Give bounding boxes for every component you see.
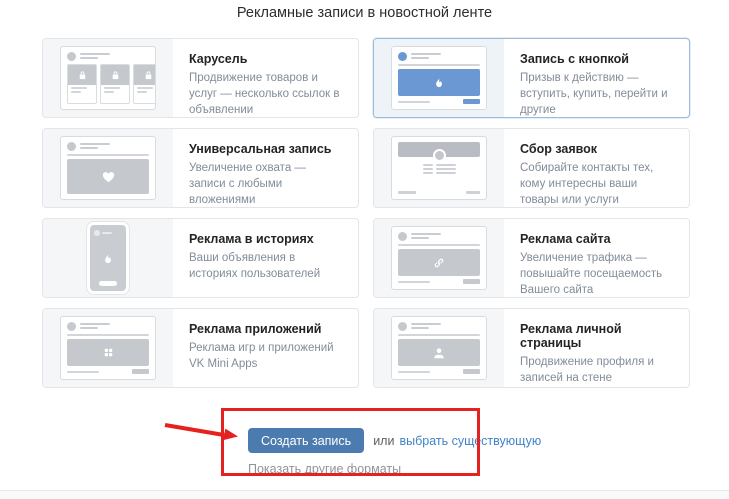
flame-icon — [432, 76, 446, 90]
avatar — [67, 52, 76, 61]
or-text: или — [373, 434, 394, 448]
bottom-actions: Создать запись или выбрать существующую … — [248, 428, 541, 478]
chain-link-icon — [432, 256, 446, 270]
format-description: Призыв к действию — вступить, купить, пе… — [520, 71, 675, 118]
format-card-personal-page[interactable]: Реклама личной страницы Продвижение проф… — [373, 308, 690, 388]
story-button-mock — [99, 281, 117, 286]
story-mockup — [87, 222, 129, 294]
format-description: Увеличение охвата — записи с любыми влож… — [189, 161, 344, 208]
format-title: Универсальная запись — [189, 142, 344, 156]
avatar — [67, 322, 76, 331]
format-card-app-ads[interactable]: Реклама приложений Реклама игр и приложе… — [42, 308, 359, 388]
avatar — [398, 322, 407, 331]
highlight-arrow-icon — [158, 412, 243, 444]
site-ad-thumbnail — [374, 219, 504, 297]
show-other-formats-link[interactable]: Показать другие форматы — [248, 462, 401, 476]
format-description: Продвижение профиля и записей на стене — [520, 355, 675, 387]
format-card-universal-post[interactable]: Универсальная запись Увеличение охвата —… — [42, 128, 359, 208]
format-title: Реклама в историях — [189, 232, 344, 246]
page-title: Рекламные записи в новостной ленте — [0, 5, 729, 21]
apps-grid-icon — [102, 346, 115, 359]
format-description: Реклама игр и приложений VK Mini Apps — [189, 341, 344, 373]
lock-icon — [110, 70, 121, 81]
post-mockup — [60, 46, 156, 110]
footer-strip — [0, 490, 729, 499]
heart-icon — [101, 169, 116, 184]
format-title: Реклама личной страницы — [520, 322, 675, 350]
format-card-lead-forms[interactable]: Сбор заявок Собирайте контакты тех, кому… — [373, 128, 690, 208]
button-post-thumbnail — [374, 39, 504, 117]
app-ad-thumbnail — [43, 309, 173, 387]
post-mockup — [60, 316, 156, 380]
personal-page-thumbnail — [374, 309, 504, 387]
carousel-thumbnail — [43, 39, 173, 117]
ad-format-grid: Карусель Продвижение товаров и услуг — н… — [42, 38, 690, 388]
format-card-stories[interactable]: Реклама в историях Ваши объявления в ист… — [42, 218, 359, 298]
flame-icon — [101, 252, 115, 266]
format-description: Увеличение трафика — повышайте посещаемо… — [520, 251, 675, 298]
post-mockup — [391, 226, 487, 290]
cta-button-mock — [463, 99, 480, 104]
cta-button-mock — [132, 369, 149, 374]
form-avatar — [433, 149, 446, 162]
post-mockup — [60, 136, 156, 200]
person-icon — [432, 346, 446, 360]
format-title: Реклама приложений — [189, 322, 344, 336]
lock-icon — [143, 70, 154, 81]
format-card-carousel[interactable]: Карусель Продвижение товаров и услуг — н… — [42, 38, 359, 118]
format-card-site-ads[interactable]: Реклама сайта Увеличение трафика — повыш… — [373, 218, 690, 298]
stories-thumbnail — [43, 219, 173, 297]
avatar — [94, 230, 100, 236]
cta-button-mock — [463, 369, 480, 374]
avatar — [398, 52, 407, 61]
create-post-button[interactable]: Создать запись — [248, 428, 364, 453]
cta-button-mock — [463, 279, 480, 284]
format-card-button-post[interactable]: Запись с кнопкой Призыв к действию — вст… — [373, 38, 690, 118]
post-mockup — [391, 46, 487, 110]
form-mockup — [391, 136, 487, 200]
avatar — [398, 232, 407, 241]
format-title: Реклама сайта — [520, 232, 675, 246]
format-title: Запись с кнопкой — [520, 52, 675, 66]
choose-existing-link[interactable]: выбрать существующую — [399, 434, 541, 448]
avatar — [67, 142, 76, 151]
format-description: Ваши объявления в историях пользователей — [189, 251, 344, 283]
lock-icon — [77, 70, 88, 81]
universal-post-thumbnail — [43, 129, 173, 207]
format-title: Карусель — [189, 52, 344, 66]
format-description: Продвижение товаров и услуг — несколько … — [189, 71, 344, 118]
format-title: Сбор заявок — [520, 142, 675, 156]
post-mockup — [391, 316, 487, 380]
lead-form-thumbnail — [374, 129, 504, 207]
format-description: Собирайте контакты тех, кому интересны в… — [520, 161, 675, 208]
